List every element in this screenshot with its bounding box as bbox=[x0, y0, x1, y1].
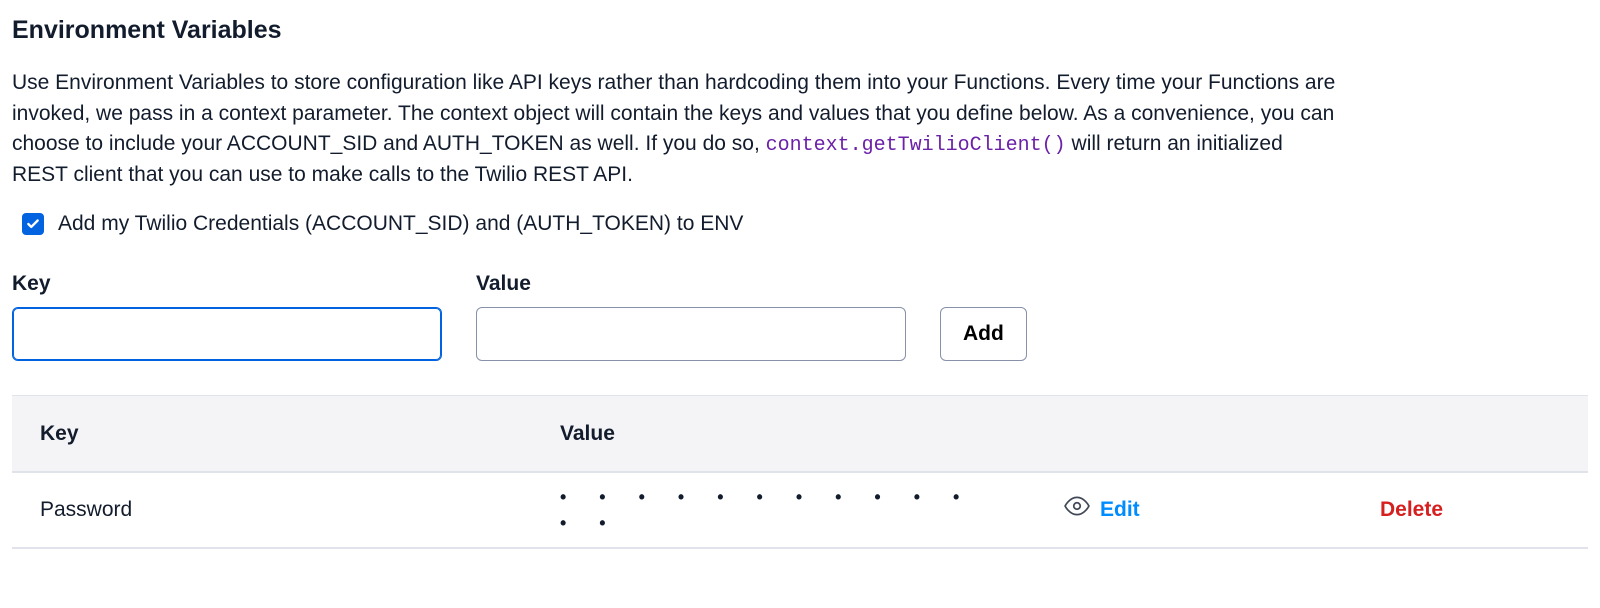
edit-button[interactable]: Edit bbox=[1100, 495, 1380, 525]
key-field: Key bbox=[12, 269, 442, 361]
add-credentials-checkbox-label: Add my Twilio Credentials (ACCOUNT_SID) … bbox=[58, 209, 743, 239]
eye-icon bbox=[1064, 493, 1090, 519]
checkmark-icon bbox=[26, 217, 40, 231]
value-field-label: Value bbox=[476, 269, 906, 299]
row-key: Password bbox=[40, 495, 560, 525]
column-header-value: Value bbox=[560, 419, 1000, 449]
reveal-value-button[interactable] bbox=[1064, 493, 1090, 528]
key-input[interactable] bbox=[12, 307, 442, 361]
add-button[interactable]: Add bbox=[940, 307, 1027, 361]
row-value-masked: • • • • • • • • • • • • • bbox=[560, 484, 1000, 536]
table-header-row: Key Value bbox=[12, 396, 1588, 472]
section-title: Environment Variables bbox=[12, 12, 1588, 48]
column-header-key: Key bbox=[40, 419, 560, 449]
value-field: Value bbox=[476, 269, 906, 361]
delete-button[interactable]: Delete bbox=[1380, 495, 1560, 525]
add-credentials-checkbox[interactable] bbox=[22, 213, 44, 235]
env-variables-table: Key Value Password • • • • • • • • • • •… bbox=[12, 395, 1588, 549]
add-credentials-checkbox-row: Add my Twilio Credentials (ACCOUNT_SID) … bbox=[22, 209, 1588, 239]
add-variable-form: Key Value Add bbox=[12, 269, 1588, 361]
value-input[interactable] bbox=[476, 307, 906, 361]
table-row: Password • • • • • • • • • • • • • Edit … bbox=[12, 472, 1588, 548]
key-field-label: Key bbox=[12, 269, 442, 299]
code-snippet: context.getTwilioClient() bbox=[766, 134, 1066, 157]
section-description: Use Environment Variables to store confi… bbox=[12, 68, 1342, 190]
